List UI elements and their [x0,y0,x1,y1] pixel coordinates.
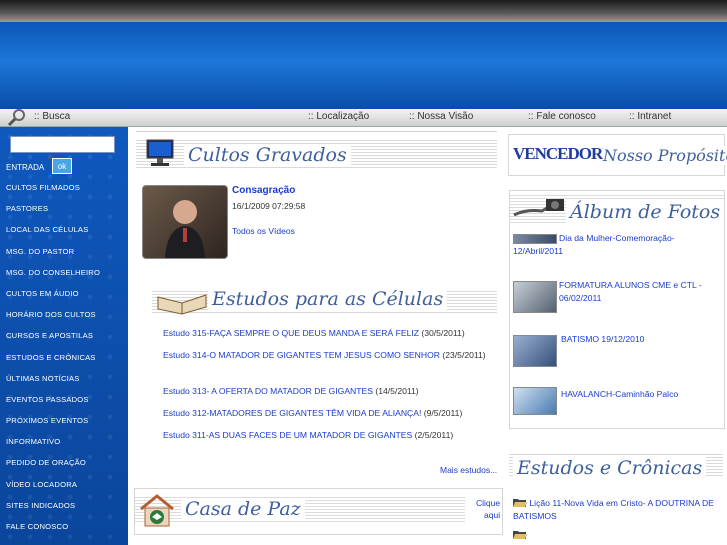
search-input[interactable] [10,136,115,153]
list-item[interactable]: FORMATURA ALUNOS CME e CTL - 06/02/2011 [513,279,721,324]
list-item[interactable]: Dia da Mulher-Comemoração-12/Abril/2011 [513,232,721,277]
sidebar-item-fale-conosco[interactable]: FALE CONOSCO [6,522,100,543]
sidebar-item-sites-indicados[interactable]: SITES INDICADOS [6,501,100,522]
camera-hand-icon [513,199,564,217]
nav-intranet[interactable]: :: Intranet [629,111,671,122]
open-bible-icon [157,294,207,315]
estudo-date: (23/5/2011) [439,350,486,360]
list-item[interactable]: BATISMO 19/12/2010 [513,333,721,373]
sidebar-item-pastores[interactable]: PASTORES [6,204,100,225]
mais-estudos-link[interactable]: Mais estudos... [440,465,497,475]
sidebar-item-horario-dos-cultos[interactable]: HORÁRIO DOS CULTOS [6,310,100,331]
left-sidebar: ENTRADA ok CULTOS FILMADOS PASTORES LOCA… [0,127,128,545]
estudos-list: Estudo 315-FAÇA SEMPRE O QUE DEUS MANDA … [163,327,493,451]
estudos-header: Estudos para as Células [152,282,497,322]
top-navigation: :: Busca :: Localização :: Nossa Visão :… [0,109,727,127]
preacher-photo [165,200,205,258]
list-item: Estudo 312-MATADORES DE GIGANTES TÊM VID… [163,407,493,429]
cronicas-header: Estudos e Crônicas [509,448,723,488]
album-thumbnail [513,387,557,415]
folder-icon [513,499,527,507]
casa-de-paz-title: Casa de Paz [181,498,305,520]
estudo-date: (30/5/2011) [418,328,465,338]
video-date: 16/1/2009 07:29:58 [232,201,306,211]
magnifier-icon [7,109,25,127]
sidebar-item-cultos-em-audio[interactable]: CULTOS EM ÁUDIO [6,289,100,310]
proposito-panel[interactable]: VENCEDORES Nosso Propósito [508,134,727,176]
list-item: Estudo 314-O MATADOR DE GIGANTES TEM JES… [163,349,493,385]
list-item: Estudo 311-AS DUAS FACES DE UM MATADOR D… [163,429,493,451]
proposito-title: Nosso Propósito [603,146,727,165]
estudo-date: (2/5/2011) [412,430,454,440]
folder-icon [513,531,527,539]
album-title: Álbum de Fotos [566,201,725,223]
sidebar-item-local-das-celulas[interactable]: LOCAL DAS CÉLULAS [6,225,100,246]
video-title-link[interactable]: Consagração [232,185,295,196]
sidebar-item-proximos-eventos[interactable]: PRÓXIMOS EVENTOS [6,416,100,437]
nav-busca[interactable]: :: Busca [34,111,70,122]
estudo-link[interactable]: Estudo 315-FAÇA SEMPRE O QUE DEUS MANDA … [163,328,419,338]
sidebar-menu: CULTOS FILMADOS PASTORES LOCAL DAS CÉLUL… [6,183,100,543]
aqui-text: aqui [484,510,501,520]
cronica-link[interactable]: Lição 11-Nova Vida em Cristo- A DOUTRINA… [513,498,714,521]
list-item: Estudo 313- A OFERTA DO MATADOR DE GIGAN… [163,385,493,407]
list-item[interactable]: Lição 11-Nova Vida em Cristo- A DOUTRINA… [513,497,721,523]
casa-clique-aqui-link[interactable]: Clique aqui [476,497,500,521]
album-thumbnail [513,281,557,313]
sidebar-item-cultos-filmados[interactable]: CULTOS FILMADOS [6,183,100,204]
list-item[interactable]: HAVALANCH-Caminhão Palco [513,387,721,417]
estudos-title: Estudos para as Células [208,288,448,310]
sidebar-item-estudos-e-cronicas[interactable]: ESTUDOS E CRÔNICAS [6,353,100,374]
cultos-title: Cultos Gravados [184,144,351,166]
estudo-link[interactable]: Estudo 312-MATADORES DE GIGANTES TÊM VID… [163,408,421,418]
casa-de-paz-panel: Casa de Paz Clique aqui [134,488,503,535]
top-dark-bar [0,0,727,22]
sidebar-item-eventos-passados[interactable]: EVENTOS PASSADOS [6,395,100,416]
clique-text: Clique [476,498,501,508]
estudo-link[interactable]: Estudo 313- A OFERTA DO MATADOR DE GIGAN… [163,386,373,396]
nav-localizacao[interactable]: :: Localização [308,111,369,122]
sidebar-item-pedido-de-oracao[interactable]: PEDIDO DE ORAÇÃO [6,458,100,479]
estudo-link[interactable]: Estudo 311-AS DUAS FACES DE UM MATADOR D… [163,430,412,440]
ok-button[interactable]: ok [52,158,72,174]
nav-fale-conosco[interactable]: :: Fale conosco [528,111,596,122]
cultos-header: Cultos Gravados [136,131,497,172]
cronicas-list: Lição 11-Nova Vida em Cristo- A DOUTRINA… [513,497,721,542]
video-thumbnail[interactable] [142,185,228,259]
all-videos-link[interactable]: Todos os Vídeos [232,226,295,236]
sidebar-item-msg-do-conselheiro[interactable]: MSG. DO CONSELHEIRO [6,268,100,289]
house-dove-icon [140,494,174,527]
sidebar-item-cursos-e-apostilas[interactable]: CURSOS E APOSTILAS [6,331,100,352]
list-item[interactable] [513,529,721,542]
computer-monitor-icon [146,139,174,166]
album-thumbnail [513,335,557,367]
header-banner [0,22,727,109]
estudo-date: (9/5/2011) [421,408,463,418]
list-item: Estudo 315-FAÇA SEMPRE O QUE DEUS MANDA … [163,327,493,349]
sidebar-item-msg-do-pastor[interactable]: MSG. DO PASTOR [6,247,100,268]
cronicas-title: Estudos e Crônicas [513,457,707,479]
nav-nossa-visao[interactable]: :: Nossa Visão [409,111,473,122]
album-thumbnail [513,234,557,244]
sidebar-item-ultimas-noticias[interactable]: ÚLTIMAS NOTÍCIAS [6,374,100,395]
sidebar-item-video-locadora[interactable]: VÍDEO LOCADORA [6,480,100,501]
entrada-label: ENTRADA [6,163,45,172]
sidebar-item-informativo[interactable]: INFORMATIVO [6,437,100,458]
estudo-date: (14/5/2011) [372,386,419,396]
estudo-link[interactable]: Estudo 314-O MATADOR DE GIGANTES TEM JES… [163,350,440,360]
